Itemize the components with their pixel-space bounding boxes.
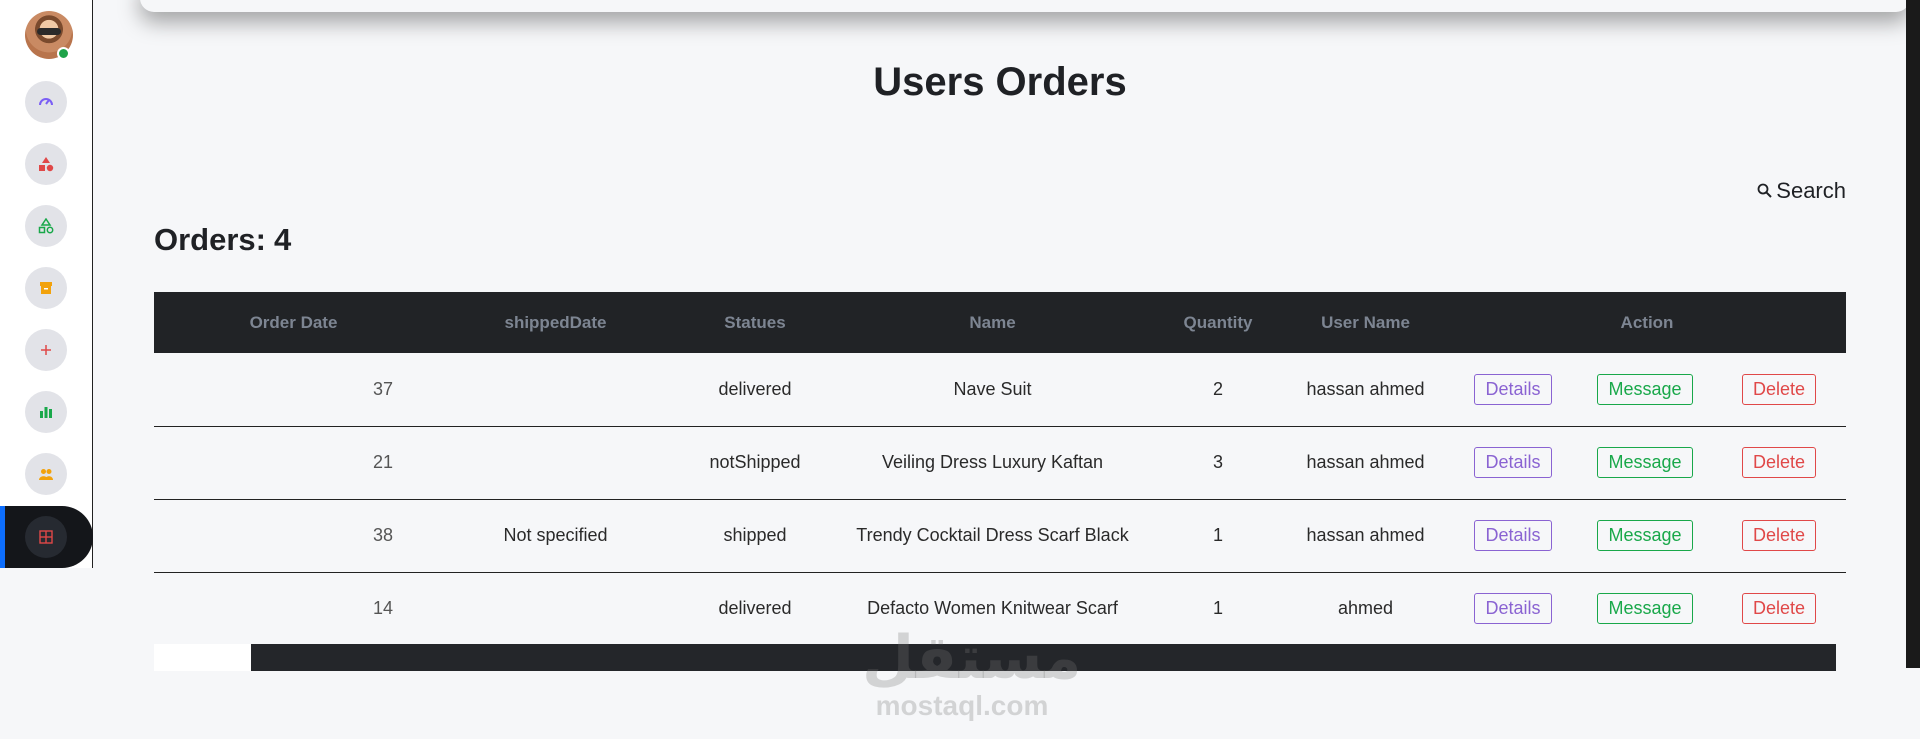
cell-shipped-date — [433, 353, 678, 426]
delete-button[interactable]: Delete — [1741, 593, 1817, 625]
chart-icon — [40, 407, 52, 418]
cell-user-name: hassan ahmed — [1306, 452, 1425, 472]
cell-quantity: 1 — [1212, 598, 1223, 619]
cell-order-date: 38 — [372, 525, 393, 545]
column-header-user-name: User Name — [1321, 312, 1410, 332]
sidebar-item-archive[interactable] — [25, 267, 67, 309]
users-icon — [39, 469, 53, 480]
delete-button[interactable]: Delete — [1741, 373, 1817, 405]
search-icon — [1757, 183, 1772, 198]
sidebar-item-orders[interactable] — [25, 516, 67, 558]
cell-status: shipped — [723, 525, 787, 545]
cell-shipped-date — [433, 572, 678, 645]
cell-quantity: 3 — [1212, 452, 1223, 472]
cell-user-name: hassan ahmed — [1306, 525, 1425, 545]
column-header-status: Statues — [724, 312, 786, 332]
column-header-name: Name — [969, 312, 1016, 332]
column-header-shipped-date: shippedDate — [504, 312, 607, 332]
cell-order-date: 14 — [372, 598, 393, 619]
cell-shipped-date: Not specified — [503, 525, 608, 545]
message-button[interactable]: Message — [1597, 373, 1693, 405]
table-row: 38 Not specified shipped Trendy Cocktail… — [154, 499, 1846, 572]
sidebar-item-statistics[interactable] — [25, 391, 67, 433]
delete-button[interactable]: Delete — [1741, 447, 1817, 478]
cell-order-date: 37 — [372, 378, 393, 399]
sidebar-item-orders-active[interactable] — [0, 506, 93, 568]
table-row: 21 notShipped Veiling Dress Luxury Kafta… — [154, 426, 1846, 499]
cell-quantity: 1 — [1212, 525, 1223, 545]
column-header-quantity: Quantity — [1183, 312, 1253, 332]
column-header-order-date: Order Date — [249, 312, 338, 332]
page-title: Users Orders — [873, 60, 1127, 104]
cell-quantity: 2 — [1212, 378, 1223, 399]
table-row: 37 delivered Nave Suit 2 hassan ahmed De… — [154, 353, 1846, 426]
cell-status: notShipped — [709, 452, 801, 472]
sidebar-item-users[interactable] — [25, 453, 67, 495]
orders-table: Order Date shippedDate Statues Name Quan… — [154, 292, 1846, 645]
shapes-icon — [39, 157, 54, 172]
watermark-latin: mostaql.com — [875, 690, 1049, 721]
details-button[interactable]: Details — [1474, 373, 1552, 405]
cell-order-date: 21 — [372, 452, 393, 472]
cell-name: Veiling Dress Luxury Kaftan — [881, 452, 1104, 472]
cell-name: Trendy Cocktail Dress Scarf Black — [856, 525, 1129, 545]
search-button[interactable]: Search — [1756, 178, 1846, 204]
cell-user-name: ahmed — [1337, 598, 1394, 619]
message-button[interactable]: Message — [1597, 520, 1693, 551]
top-header-bar — [140, 0, 1910, 12]
grid-icon — [39, 530, 53, 544]
details-button[interactable]: Details — [1474, 447, 1552, 478]
sidebar-item-add[interactable] — [25, 329, 67, 371]
categories-icon — [38, 218, 54, 234]
sidebar-item-categories[interactable] — [25, 205, 67, 247]
cell-status: delivered — [718, 378, 792, 399]
cell-user-name: hassan ahmed — [1306, 378, 1425, 399]
watermark: مستقل mostaql.com — [862, 623, 1082, 722]
orders-count-value: 4 — [273, 222, 292, 257]
message-button[interactable]: Message — [1597, 447, 1693, 478]
archive-icon — [40, 282, 52, 294]
cell-shipped-date — [433, 426, 678, 499]
cell-status: delivered — [718, 598, 792, 619]
plus-icon — [41, 345, 51, 355]
message-button[interactable]: Message — [1597, 593, 1693, 625]
page-vertical-scrollbar[interactable] — [1906, 0, 1920, 668]
table-header-row: Order Date shippedDate Statues Name Quan… — [154, 292, 1846, 353]
online-status-dot — [57, 47, 70, 60]
delete-button[interactable]: Delete — [1741, 520, 1817, 551]
cell-name: Nave Suit — [953, 378, 1032, 399]
details-button[interactable]: Details — [1474, 520, 1552, 551]
watermark-arabic: مستقل — [862, 623, 1082, 693]
orders-count-label: Orders: — [154, 222, 266, 257]
orders-count: Orders: 4 — [154, 222, 291, 258]
column-header-action: Action — [1620, 312, 1674, 332]
search-label: Search — [1776, 178, 1846, 203]
details-button[interactable]: Details — [1474, 593, 1552, 625]
sidebar-item-shapes[interactable] — [25, 143, 67, 185]
